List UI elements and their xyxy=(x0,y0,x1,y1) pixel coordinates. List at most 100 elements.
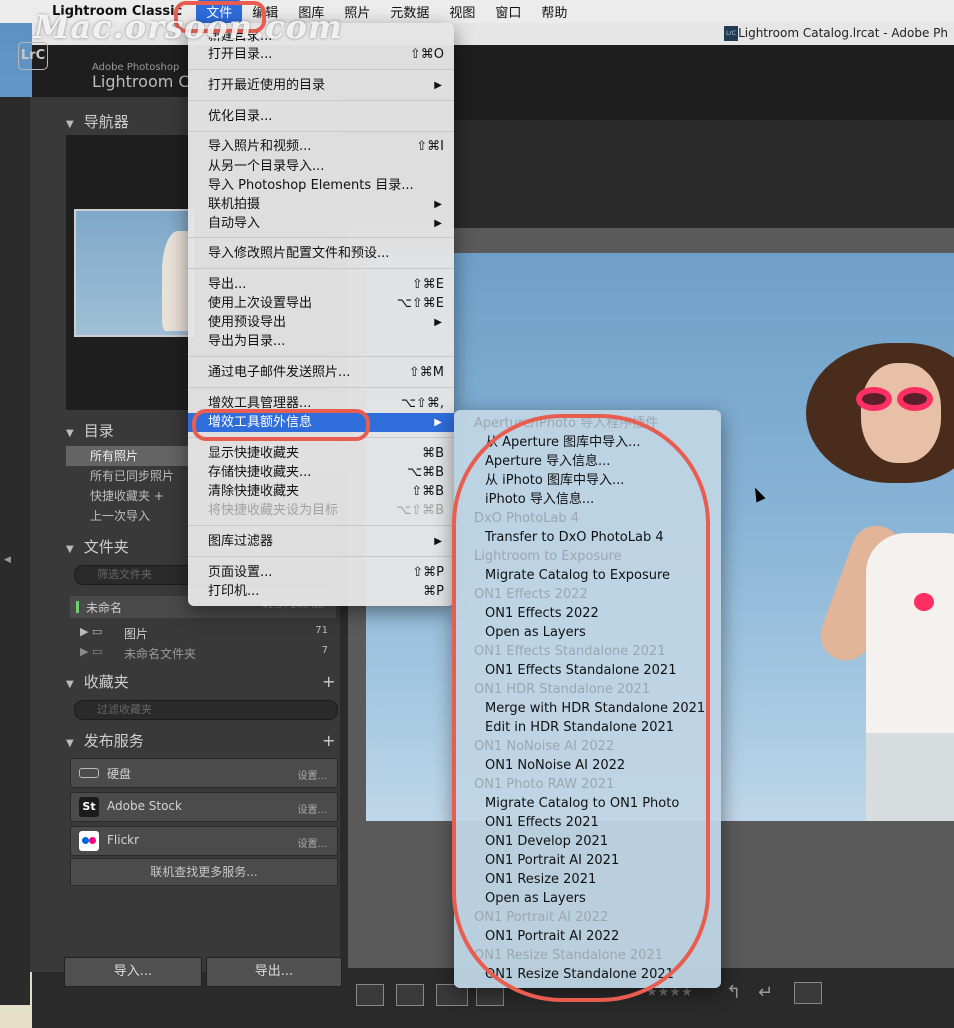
submenu-item[interactable]: Open as Layers xyxy=(454,623,586,642)
submenu-item[interactable]: Aperture 导入信息... xyxy=(454,452,610,471)
submenu-group-header: ON1 Effects Standalone 2021 xyxy=(474,644,666,659)
submenu-item[interactable]: ON1 Resize 2021 xyxy=(454,870,596,889)
add-collection-icon[interactable]: + xyxy=(322,672,335,691)
triangle-down-icon: ▼ xyxy=(66,738,74,749)
menu-item-open-catalog[interactable]: 打开目录... ⇧⌘O xyxy=(188,45,454,64)
folder-name: 图片 xyxy=(124,627,149,641)
menu-item-show-quick-collection[interactable]: 显示快捷收藏夹 ⌘B xyxy=(188,444,454,463)
menu-item-plugin-extras[interactable]: 增效工具额外信息 ▶ xyxy=(188,413,454,432)
add-publish-icon[interactable]: + xyxy=(322,731,335,750)
submenu-item[interactable]: ON1 Develop 2021 xyxy=(454,832,608,851)
submenu-item[interactable]: ON1 Portrait AI 2021 xyxy=(454,851,619,870)
collapse-left-icon[interactable]: ◀ xyxy=(4,555,11,565)
menu-item-import-pse[interactable]: 导入 Photoshop Elements 目录... xyxy=(188,176,454,195)
catalog-header[interactable]: ▼ 目录 xyxy=(66,419,114,443)
submenu-item[interactable]: Migrate Catalog to ON1 Photo xyxy=(454,794,679,813)
submenu-group-header: ON1 Portrait AI 2022 xyxy=(474,910,609,925)
folder-icon: ▶ ▭ xyxy=(80,625,103,638)
service-adobe-stock[interactable]: St Adobe Stock 设置... xyxy=(70,792,338,822)
menu-view[interactable]: 视图 xyxy=(439,0,485,23)
watermark: Mac.orsoon.com xyxy=(34,8,343,46)
triangle-down-icon: ▼ xyxy=(66,544,74,555)
submenu-item[interactable]: ON1 Effects 2021 xyxy=(454,813,599,832)
submenu-group-header: ON1 Effects 2022 xyxy=(474,587,588,602)
hard-drive-icon xyxy=(79,768,99,778)
menu-item-page-setup[interactable]: 页面设置... ⇧⌘P xyxy=(188,563,454,582)
submenu-group-header: Aperture/iPhoto 导入程序插件 xyxy=(474,416,659,431)
submenu-item[interactable]: Merge with HDR Standalone 2021 xyxy=(454,699,705,718)
folder-name: 未命名文件夹 xyxy=(124,647,197,661)
menu-item-export-catalog[interactable]: 导出为目录... xyxy=(188,332,454,351)
service-settings[interactable]: 设置... xyxy=(297,767,327,782)
grid-view-icon[interactable] xyxy=(356,984,384,1006)
submenu-item[interactable]: ON1 Portrait AI 2022 xyxy=(454,927,619,946)
navigator-thumbnail[interactable] xyxy=(74,209,194,337)
folder-row[interactable]: ▶ ▭ 图片 71 xyxy=(80,622,336,644)
triangle-down-icon: ▼ xyxy=(66,119,74,130)
export-button[interactable]: 导出... xyxy=(206,957,342,987)
submenu-item[interactable]: Migrate Catalog to Exposure xyxy=(454,566,670,585)
submenu-item[interactable]: ON1 Effects Standalone 2021 xyxy=(454,661,676,680)
submenu-item[interactable]: 从 Aperture 图库中导入... xyxy=(454,433,641,452)
submenu-item[interactable]: ON1 Effects 2022 xyxy=(454,604,599,623)
service-settings[interactable]: 设置... xyxy=(297,801,327,816)
folder-count: 71 xyxy=(315,625,328,636)
submenu-item[interactable]: Open as Layers xyxy=(454,889,586,908)
menu-item-tethered[interactable]: 联机拍摄 ▶ xyxy=(188,195,454,214)
left-collapse-strip[interactable]: ◀ xyxy=(0,97,30,1005)
folders-header[interactable]: ▼ 文件夹 xyxy=(66,535,129,559)
menu-item-import-profiles[interactable]: 导入修改照片配置文件和预设... xyxy=(188,244,454,263)
menu-item-auto-import[interactable]: 自动导入 ▶ xyxy=(188,214,454,233)
rotate-right-icon[interactable]: ↵ xyxy=(758,982,773,1003)
menu-item-optimize[interactable]: 优化目录... xyxy=(188,107,454,126)
submenu-item[interactable]: Transfer to DxO PhotoLab 4 xyxy=(454,528,664,547)
menu-metadata[interactable]: 元数据 xyxy=(380,0,439,23)
lrc-logo: LrC xyxy=(18,42,48,70)
menu-item-plugin-manager[interactable]: 增效工具管理器... ⌥⇧⌘, xyxy=(188,394,454,413)
submenu-group-header: ON1 Photo RAW 2021 xyxy=(474,777,615,792)
menu-item-export-previous[interactable]: 使用上次设置导出 ⌥⇧⌘E xyxy=(188,294,454,313)
submenu-item[interactable]: ON1 Resize Standalone 2021 xyxy=(454,965,674,984)
menu-item-export-preset[interactable]: 使用预设导出 ▶ xyxy=(188,313,454,332)
menu-item-clear-quick-collection[interactable]: 清除快捷收藏夹 ⇧⌘B xyxy=(188,482,454,501)
collections-search-input[interactable]: 过滤收藏夹 xyxy=(74,700,338,720)
service-hard-drive[interactable]: 硬盘 设置... xyxy=(70,758,338,788)
collections-header[interactable]: ▼ 收藏夹 xyxy=(66,670,129,694)
service-flickr[interactable]: Flickr 设置... xyxy=(70,826,338,856)
volume-name: 未命名 xyxy=(86,601,123,615)
window-title: Lightroom Catalog.lrcat - Adobe Ph xyxy=(738,26,948,40)
menu-item-library-filters[interactable]: 图库过滤器 ▶ xyxy=(188,532,454,551)
publish-header[interactable]: ▼ 发布服务 xyxy=(66,729,144,753)
submenu-item[interactable]: 从 iPhoto 图库中导入... xyxy=(454,471,624,490)
menu-item-import-from-catalog[interactable]: 从另一个目录导入... xyxy=(188,157,454,176)
volume-status-indicator xyxy=(76,601,79,613)
loupe-view-icon[interactable] xyxy=(396,984,424,1006)
menu-item-save-quick-collection[interactable]: 存储快捷收藏夹... ⌥⌘B xyxy=(188,463,454,482)
submenu-item[interactable]: ON1 NoNoise AI 2022 xyxy=(454,756,625,775)
menu-item-email[interactable]: 通过电子邮件发送照片... ⇧⌘M xyxy=(188,363,454,382)
triangle-down-icon: ▼ xyxy=(66,428,74,439)
import-button[interactable]: 导入... xyxy=(64,957,202,987)
rotate-left-icon[interactable]: ↰ xyxy=(726,982,741,1003)
service-settings[interactable]: 设置... xyxy=(297,835,327,850)
menu-help[interactable]: 帮助 xyxy=(531,0,577,23)
submenu-group-header: ON1 HDR Standalone 2021 xyxy=(474,682,651,697)
menu-window[interactable]: 窗口 xyxy=(485,0,531,23)
navigator-header[interactable]: ▼ 导航器 xyxy=(66,110,129,134)
submenu-group-header: ON1 Resize Standalone 2021 xyxy=(474,948,663,963)
menu-item-export[interactable]: 导出... ⇧⌘E xyxy=(188,275,454,294)
submenu-item[interactable]: iPhoto 导入信息... xyxy=(454,490,594,509)
menu-item-import-photos[interactable]: 导入照片和视频... ⇧⌘I xyxy=(188,137,454,156)
menu-item-printer[interactable]: 打印机... ⌘P xyxy=(188,582,454,601)
submenu-group-header: DxO PhotoLab 4 xyxy=(474,511,580,526)
submenu-item[interactable]: Edit in HDR Standalone 2021 xyxy=(454,718,674,737)
adobe-stock-icon: St xyxy=(79,797,99,817)
catalog-doc-icon: LrC xyxy=(724,26,738,41)
folder-row[interactable]: ▶ ▭ 未命名文件夹 7 xyxy=(80,642,336,664)
menu-item-open-recent[interactable]: 打开最近使用的目录 ▶ xyxy=(188,76,454,95)
crop-overlay-icon[interactable] xyxy=(794,982,822,1004)
file-menu: 新建目录... 打开目录... ⇧⌘O 打开最近使用的目录 ▶ 优化目录... 导入… xyxy=(188,23,454,606)
triangle-down-icon: ▼ xyxy=(66,679,74,690)
plugin-extras-submenu: Aperture/iPhoto 导入程序插件 从 Aperture 图库中导入.… xyxy=(454,410,721,988)
find-more-services-button[interactable]: 联机查找更多服务... xyxy=(70,858,338,886)
